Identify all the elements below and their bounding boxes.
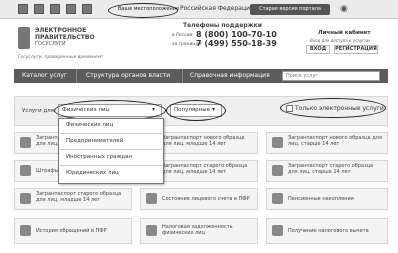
dropdown-option-legal-entities[interactable]: Юридических лиц xyxy=(66,170,119,176)
service-tile-label: Загранпаспорт старого образца для лиц, м… xyxy=(162,163,248,175)
tax-icon xyxy=(146,225,157,236)
passport-icon xyxy=(272,165,283,176)
register-button[interactable]: РЕГИСТРАЦИЯ xyxy=(334,45,378,54)
electronic-highlight-ellipse xyxy=(280,98,386,118)
passport-icon xyxy=(20,193,31,204)
nav-item-reference[interactable]: Справочная информация xyxy=(190,72,270,79)
search-input[interactable] xyxy=(282,71,380,81)
print-icon[interactable] xyxy=(50,4,60,14)
service-tile-label: Пенсионные накопления xyxy=(288,196,354,202)
sitemap-icon[interactable] xyxy=(66,4,76,14)
service-tile-label: Состояние лицевого счета в ПФР xyxy=(162,196,250,202)
dropdown-option-foreigners[interactable]: Иностранных граждан xyxy=(66,154,132,160)
logo-line-2: ПРАВИТЕЛЬСТВО xyxy=(35,34,95,41)
dropdown-divider xyxy=(60,133,162,134)
pension-fund-icon xyxy=(146,193,157,204)
service-tile-label: Загранпаспорт старого образца для лиц, м… xyxy=(36,191,122,203)
logo-line-1: ЭЛЕКТРОННОЕ xyxy=(35,27,87,34)
location-label: Ваше местоположение xyxy=(118,6,180,12)
emblem-logo[interactable] xyxy=(18,27,30,49)
hotline-phone-russia: 8 (800) 100-70-10 xyxy=(196,30,277,39)
pension-savings-icon xyxy=(272,193,283,204)
sort-highlight-ellipse xyxy=(166,100,226,121)
mail-icon[interactable] xyxy=(34,4,44,14)
passport-icon xyxy=(272,137,283,148)
logo-line-3: ГОСУСЛУГИ xyxy=(35,41,66,47)
dropdown-divider xyxy=(60,165,162,166)
region-link[interactable]: Российская Федерация xyxy=(180,5,254,12)
nav-divider xyxy=(182,69,183,83)
personal-cabinet-subtitle: Вход для доступа к услугам xyxy=(310,38,370,43)
service-tile-label: Загранпаспорт нового образца для лиц, ст… xyxy=(288,135,382,147)
nav-divider xyxy=(76,69,77,83)
hotline-label-russia: в России: xyxy=(172,33,194,38)
car-icon xyxy=(20,165,31,176)
tax-deduction-icon xyxy=(272,225,283,236)
old-portal-button[interactable]: Старая версия портала xyxy=(250,4,330,15)
login-button[interactable]: ВХОД xyxy=(306,45,330,54)
service-tile-label: Загранпаспорт нового образца для лиц, мл… xyxy=(162,135,245,147)
home-icon[interactable] xyxy=(18,4,28,14)
service-tile-label: История обращений в ПФР xyxy=(36,228,107,234)
passport-icon xyxy=(20,137,31,148)
help-icon[interactable] xyxy=(82,4,92,14)
hotline-phone-abroad: 7 (499) 550-18-39 xyxy=(196,39,277,48)
dropdown-divider xyxy=(60,149,162,150)
service-tile-label: Получение налогового вычета xyxy=(288,228,369,234)
personal-cabinet-title: Личный кабинет xyxy=(318,30,371,36)
services-for-label: Услуги для: xyxy=(22,108,56,114)
hotline-title: Телефоны поддержки xyxy=(183,22,262,29)
nav-item-authorities[interactable]: Структура органов власти xyxy=(86,72,170,79)
slogan: Госуслуги, проверенные временем! xyxy=(18,55,104,60)
nav-item-catalog[interactable]: Каталог услуг xyxy=(22,72,67,79)
dropdown-option-individuals[interactable]: Физических лиц xyxy=(66,122,113,128)
service-tile-label: Налоговая задолженность физических лиц xyxy=(162,224,233,236)
dropdown-option-entrepreneurs[interactable]: Предпринимателей xyxy=(66,138,123,144)
history-icon xyxy=(20,225,31,236)
eye-icon[interactable]: ◉ xyxy=(340,4,348,14)
service-tile-label: Загранпаспорт старого образца для лиц, с… xyxy=(288,163,374,175)
